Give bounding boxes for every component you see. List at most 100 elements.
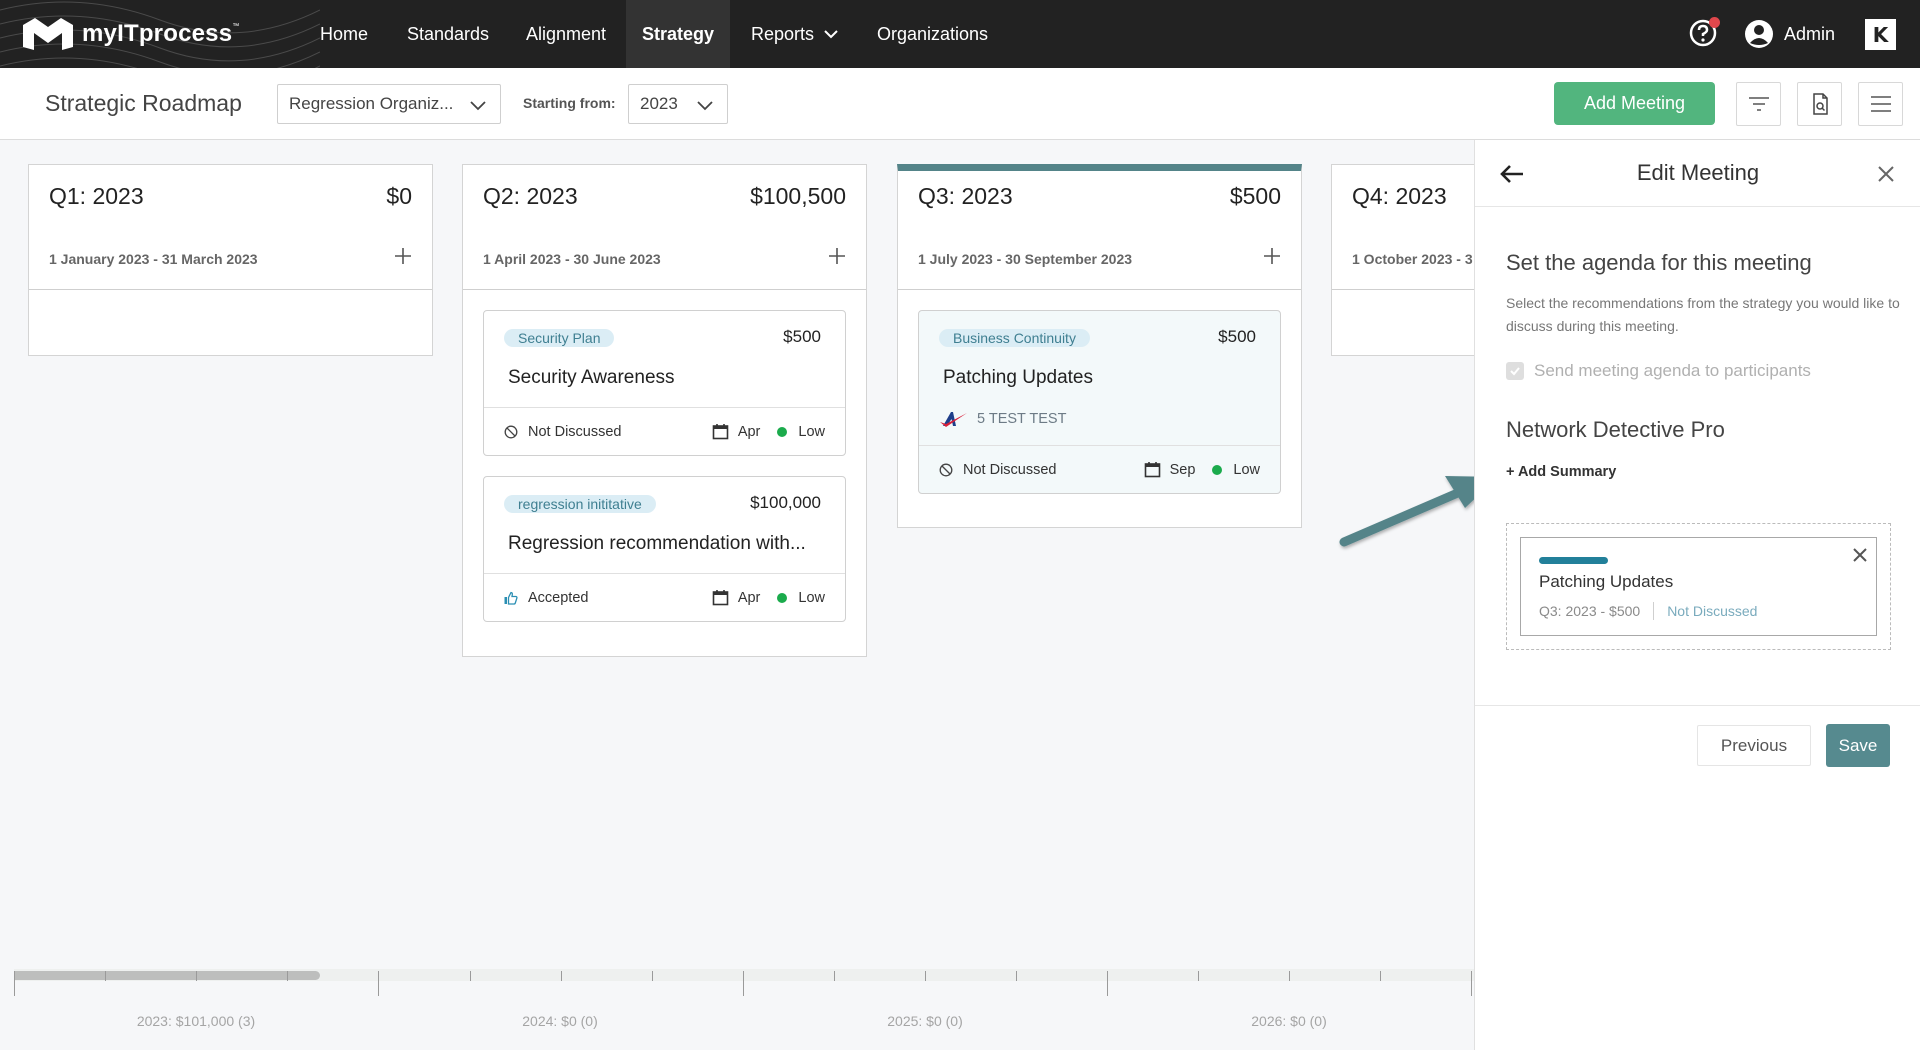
- nav-organizations[interactable]: Organizations: [857, 0, 1008, 68]
- category-tag: Business Continuity: [939, 329, 1090, 347]
- year-select-value: 2023: [640, 94, 678, 113]
- not-discussed-icon: [504, 425, 518, 438]
- panel-header: Edit Meeting: [1475, 140, 1920, 207]
- timeline-year-label[interactable]: 2025: $0 (0): [825, 1013, 1025, 1029]
- panel-title: Edit Meeting: [1636, 160, 1760, 185]
- quarter-column-q1: Q1: 2023 $0 1 January 2023 - 31 March 20…: [28, 164, 433, 356]
- quarter-title: Q1: 2023: [49, 183, 144, 209]
- timeline-quarter-tick: [1289, 971, 1290, 981]
- remove-agenda-item-icon[interactable]: [1852, 547, 1868, 563]
- nav-standards-label: Standards: [407, 23, 490, 44]
- timeline-year-label[interactable]: 2024: $0 (0): [460, 1013, 660, 1029]
- organization-select-value: Regression Organiz...: [289, 94, 454, 113]
- calendar-icon: [1144, 462, 1160, 478]
- edit-meeting-panel: Edit Meeting Set the agenda for this mee…: [1474, 140, 1920, 1050]
- year-timeline-scrubber[interactable]: 2023: $101,000 (3) 2024: $0 (0) 2025: $0…: [14, 969, 1474, 1049]
- hamburger-menu-icon: [1870, 96, 1891, 112]
- app-switcher-button[interactable]: K: [1865, 19, 1896, 50]
- organization-line: 5 TEST TEST: [939, 409, 1066, 429]
- send-agenda-checkbox[interactable]: Send meeting agenda to participants: [1506, 361, 1811, 381]
- card-title: Security Awareness: [508, 367, 675, 388]
- category-tag: regression inititative: [504, 495, 656, 513]
- card-priority: Low: [1233, 461, 1260, 478]
- timeline-quarter-tick: [561, 971, 562, 981]
- close-icon[interactable]: [1877, 165, 1895, 183]
- timeline-quarter-tick: [834, 971, 835, 981]
- save-button[interactable]: Save: [1826, 724, 1890, 767]
- add-recommendation-icon[interactable]: [392, 245, 414, 267]
- previous-button[interactable]: Previous: [1697, 725, 1811, 766]
- timeline-quarter-tick: [470, 971, 471, 981]
- page-toolbar: Strategic Roadmap Regression Organiz... …: [0, 68, 1920, 140]
- quarter-column-q3: Q3: 2023 $500 1 July 2023 - 30 September…: [897, 164, 1302, 528]
- document-search-button[interactable]: [1797, 82, 1842, 126]
- quarter-amount: $100,500: [750, 183, 846, 209]
- recommendation-card[interactable]: Security Plan $500 Security Awareness No…: [483, 310, 846, 456]
- page-title: Strategic Roadmap: [45, 90, 242, 116]
- filter-button[interactable]: [1736, 82, 1781, 126]
- calendar-icon: [712, 424, 729, 440]
- add-meeting-button[interactable]: Add Meeting: [1554, 82, 1715, 125]
- agenda-section-description: Select the recommendations from the stra…: [1506, 295, 1900, 334]
- card-title: Regression recommendation with...: [508, 533, 806, 554]
- quarter-dates: 1 January 2023 - 31 March 2023: [49, 251, 258, 267]
- organization-logo-icon: [940, 412, 967, 427]
- nav-strategy[interactable]: Strategy: [626, 0, 730, 68]
- organization-name: 5 TEST TEST: [977, 411, 1067, 427]
- timeline-quarter-tick: [105, 971, 106, 981]
- year-select[interactable]: 2023: [628, 84, 728, 124]
- agenda-item-title: Patching Updates: [1539, 572, 1674, 591]
- user-avatar-icon: [1745, 20, 1773, 48]
- timeline-year-tick: [743, 971, 744, 996]
- not-discussed-icon: [939, 463, 953, 476]
- thumbs-up-icon: [504, 591, 518, 605]
- organization-select[interactable]: Regression Organiz...: [277, 84, 501, 124]
- timeline-visible-window[interactable]: [14, 971, 320, 980]
- nav-reports-label: Reports: [751, 23, 815, 44]
- quarter-dates: 1 October 2023 - 3: [1352, 251, 1473, 267]
- document-search-icon: [1812, 93, 1828, 115]
- send-agenda-label: Send meeting agenda to participants: [1534, 361, 1811, 380]
- priority-dot: [1212, 464, 1223, 475]
- timeline-quarter-tick: [196, 971, 197, 981]
- user-name: Admin: [1784, 23, 1836, 44]
- nav-standards[interactable]: Standards: [387, 0, 509, 68]
- organization-title: Network Detective Pro: [1506, 417, 1725, 442]
- card-month: Apr: [737, 423, 761, 440]
- card-month: Apr: [737, 589, 761, 606]
- brand-logo[interactable]: myITprocess ™: [20, 17, 239, 51]
- nav-home-label: Home: [320, 23, 369, 44]
- app-switcher-k-icon: K: [1872, 22, 1889, 47]
- nav-home[interactable]: Home: [300, 0, 388, 68]
- add-recommendation-icon[interactable]: [1261, 245, 1283, 267]
- card-month: Sep: [1169, 461, 1196, 478]
- timeline-quarter-tick: [287, 971, 288, 981]
- timeline-year-label[interactable]: 2026: $0 (0): [1189, 1013, 1389, 1029]
- divider: [1653, 602, 1655, 620]
- quarter-dates: 1 July 2023 - 30 September 2023: [918, 251, 1133, 267]
- card-amount: $500: [783, 327, 821, 346]
- card-status: Not Discussed: [939, 462, 1056, 478]
- user-menu[interactable]: Admin: [1744, 18, 1835, 50]
- agenda-item-status: Not Discussed: [1667, 603, 1758, 619]
- add-recommendation-icon[interactable]: [826, 245, 848, 267]
- agenda-item-quarter-amount: Q3: 2023 - $500: [1539, 603, 1641, 619]
- card-status: Not Discussed: [504, 424, 621, 440]
- quarter-title: Q2: 2023: [483, 183, 578, 209]
- card-amount: $100,000: [750, 493, 821, 512]
- agenda-item[interactable]: Patching Updates Q3: 2023 - $500 Not Dis…: [1520, 537, 1877, 636]
- recommendation-card[interactable]: regression inititative $100,000 Regressi…: [483, 476, 846, 622]
- add-summary-link[interactable]: + Add Summary: [1506, 464, 1616, 480]
- quarter-header: Q1: 2023 $0 1 January 2023 - 31 March 20…: [29, 165, 432, 290]
- menu-button[interactable]: [1858, 82, 1903, 126]
- timeline-year-label[interactable]: 2023: $101,000 (3): [96, 1013, 296, 1029]
- recommendation-card[interactable]: Business Continuity $500 Patching Update…: [918, 310, 1281, 494]
- timeline-year-tick: [378, 971, 379, 996]
- card-status-label: Not Discussed: [528, 423, 622, 440]
- nav-reports[interactable]: Reports: [731, 0, 858, 68]
- agenda-dropzone[interactable]: Patching Updates Q3: 2023 - $500 Not Dis…: [1506, 523, 1891, 650]
- calendar-icon: [712, 590, 729, 606]
- card-footer: Not Discussed Apr Low: [484, 407, 845, 455]
- nav-alignment[interactable]: Alignment: [506, 0, 626, 68]
- quarter-amount: $0: [386, 183, 412, 209]
